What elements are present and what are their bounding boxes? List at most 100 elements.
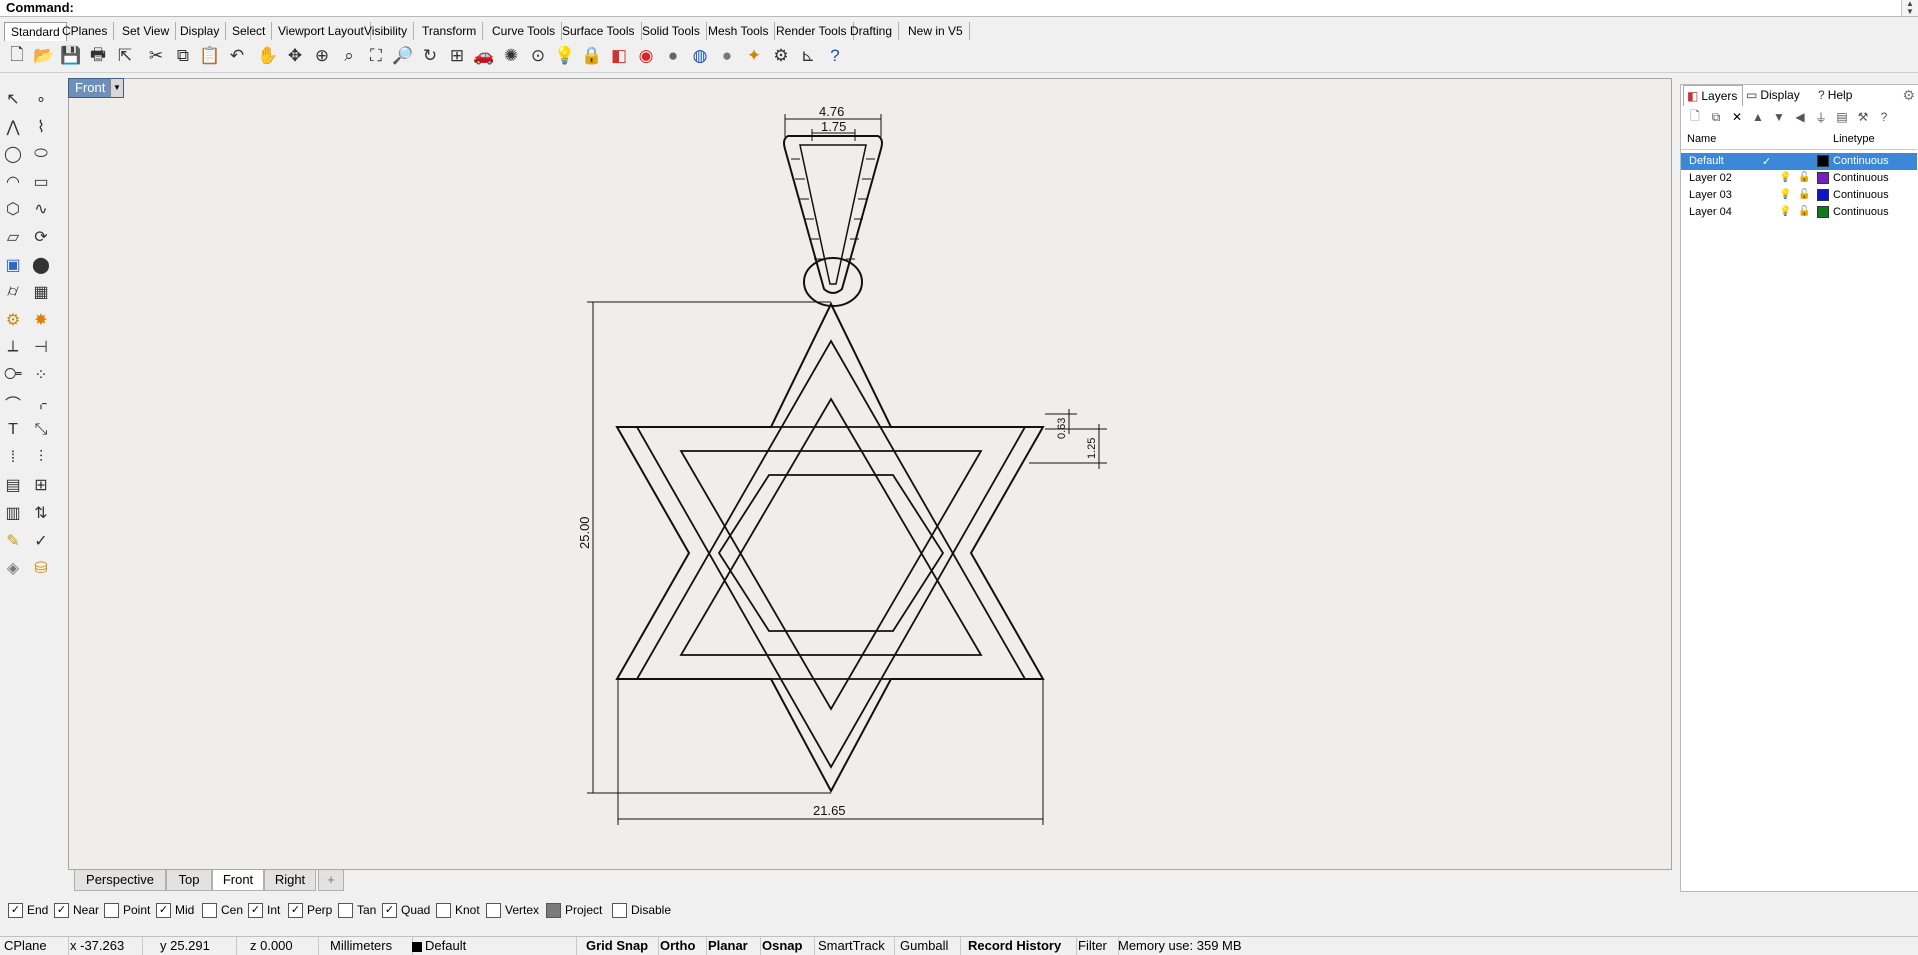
layer-row[interactable]: Default ✓ Continuous [1681, 153, 1917, 170]
tab-select[interactable]: Select [226, 22, 273, 40]
point-tool-icon[interactable]: ∘ [30, 88, 52, 110]
tab-viewport-layout[interactable]: Viewport Layout [272, 22, 371, 40]
mesh-plane-icon[interactable]: ▦ [30, 281, 52, 303]
chevron-down-icon[interactable]: ▼ [110, 79, 123, 97]
edit-points-icon[interactable]: ⁘ [30, 364, 52, 386]
new-sublayer-icon[interactable]: ⧉ [1708, 109, 1724, 125]
tab-drafting[interactable]: Drafting [844, 22, 900, 40]
ortho-toggle[interactable]: Ortho [656, 937, 707, 955]
zoom-in-icon[interactable]: ⊕ [311, 45, 333, 67]
tab-cplanes[interactable]: CPlanes [56, 22, 115, 40]
help-icon[interactable]: ? [824, 45, 846, 67]
chamfer-icon[interactable]: ⌌ [30, 392, 52, 414]
check-icon[interactable]: ✓ [30, 530, 52, 552]
car-render-icon[interactable]: 🚗 [473, 45, 495, 67]
arc-icon[interactable]: ◠ [2, 171, 24, 193]
planar-toggle[interactable]: Planar [704, 937, 761, 955]
tab-display[interactable]: Display [174, 22, 227, 40]
osnap-vertex[interactable]: Vertex [486, 901, 539, 919]
fillet-icon[interactable]: ⌒ [2, 392, 24, 414]
new-file-icon[interactable]: 🗋 [6, 45, 28, 67]
shade-icon[interactable]: ● [662, 45, 684, 67]
front-viewport[interactable]: 4.76 1.75 25.00 21.65 0.63 1.25 [68, 78, 1672, 870]
explode-icon[interactable]: ✸ [30, 309, 52, 331]
bucket-icon[interactable]: ⛁ [30, 557, 52, 579]
print-icon[interactable]: 🖶 [87, 45, 109, 67]
layer-settings-icon[interactable]: ⚒ [1855, 109, 1871, 125]
layer-color-swatch[interactable] [1817, 155, 1829, 167]
tab-curve-tools[interactable]: Curve Tools [486, 22, 563, 40]
surface-icon[interactable]: ▱ [2, 226, 24, 248]
osnap-cen[interactable]: Cen [202, 901, 243, 919]
command-history-scroll[interactable]: ▲ ▼ [1901, 0, 1918, 16]
osnap-checkbox[interactable]: ✓ [288, 902, 303, 918]
gumball-toggle[interactable]: Gumball [896, 937, 961, 955]
scroll-down-icon[interactable]: ▼ [1902, 8, 1918, 16]
delete-layer-icon[interactable]: ✕ [1729, 109, 1745, 125]
text-tool-icon[interactable]: T [2, 419, 24, 441]
bulb-icon[interactable]: 💡 [554, 45, 576, 67]
osnap-checkbox[interactable]: ✓ [382, 902, 397, 918]
osnap-checkbox[interactable] [436, 902, 451, 918]
layer-linetype[interactable]: Continuous [1833, 206, 1889, 218]
trim-icon[interactable]: ⟂ [2, 336, 24, 358]
move-up-icon[interactable]: ▲ [1750, 109, 1766, 125]
paint-icon[interactable]: ✎ [2, 530, 24, 552]
column-header-name[interactable]: Name [1687, 133, 1716, 145]
rectangle-icon[interactable]: ▭ [30, 171, 52, 193]
osnap-knot[interactable]: Knot [436, 901, 480, 919]
snap-wand-icon[interactable]: ✦ [743, 45, 765, 67]
osnap-near[interactable]: ✓ Near [54, 901, 99, 919]
matrix-icon[interactable]: ▥ [2, 502, 24, 524]
viewport-title-button[interactable]: Front ▼ [68, 78, 124, 98]
point-icon[interactable]: ⊙ [527, 45, 549, 67]
grid-snap-toggle[interactable]: Grid Snap [582, 937, 659, 955]
tab-mesh-tools[interactable]: Mesh Tools [702, 22, 776, 40]
osnap-end[interactable]: ✓ End [8, 901, 48, 919]
layer-tools-icon[interactable]: ▤ [1834, 109, 1850, 125]
viewport-tab-perspective[interactable]: Perspective [74, 870, 166, 891]
tab-transform[interactable]: Transform [416, 22, 484, 40]
layer-color-swatch[interactable] [1817, 206, 1829, 218]
move-down-icon[interactable]: ▼ [1771, 109, 1787, 125]
array-icon[interactable]: ⁞ [2, 447, 24, 469]
osnap-checkbox[interactable] [202, 902, 217, 918]
layer-linetype[interactable]: Continuous [1833, 189, 1889, 201]
polygon-icon[interactable]: ⬡ [2, 198, 24, 220]
cut-icon[interactable]: ✂ [145, 45, 167, 67]
import-icon[interactable]: ⇱ [114, 45, 136, 67]
panel-tab-help[interactable]: ? Help [1815, 85, 1871, 105]
filter-toggle[interactable]: Filter [1074, 937, 1119, 955]
layer-linetype[interactable]: Continuous [1833, 172, 1889, 184]
revolve-icon[interactable]: ⟳ [30, 226, 52, 248]
collapse-icon[interactable]: ◀ [1792, 109, 1808, 125]
current-layer-indicator[interactable]: Default [408, 937, 577, 955]
unlock-icon[interactable]: 🔓 [1798, 206, 1810, 217]
layer-help-icon[interactable]: ? [1876, 109, 1892, 125]
tab-set-view[interactable]: Set View [116, 22, 177, 40]
viewport-tab-right[interactable]: Right [264, 870, 316, 891]
osnap-toggle[interactable]: Osnap [758, 937, 815, 955]
rotate-view-icon[interactable]: ✥ [284, 45, 306, 67]
paste-icon[interactable]: 📋 [199, 45, 221, 67]
osnap-quad[interactable]: ✓ Quad [382, 901, 430, 919]
ellipse-icon[interactable]: ⬭ [30, 143, 52, 165]
bulb-icon[interactable]: 💡 [1779, 172, 1791, 183]
smarttrack-toggle[interactable]: SmartTrack [814, 937, 895, 955]
layer-color-swatch[interactable] [1817, 172, 1829, 184]
four-viewports-icon[interactable]: ⊞ [446, 45, 468, 67]
tab-visibility[interactable]: Visibility [358, 22, 415, 40]
cplane-indicator[interactable]: CPlane [0, 937, 69, 955]
filter-icon[interactable]: ⏚ [1813, 109, 1829, 125]
open-folder-icon[interactable]: 📂 [33, 45, 55, 67]
zoom-dynamic-icon[interactable]: ↻ [419, 45, 441, 67]
layer-icon[interactable]: ◧ [608, 45, 630, 67]
viewport-tab-top[interactable]: Top [166, 870, 212, 891]
cube-icon[interactable]: ◈ [2, 557, 24, 579]
tab-render-tools[interactable]: Render Tools [770, 22, 854, 40]
units-display[interactable]: Millimeters [326, 937, 413, 955]
panel-options-gear-icon[interactable]: ⚙ [1902, 87, 1915, 104]
layer-color-swatch[interactable] [1817, 189, 1829, 201]
osnap-project[interactable]: Project [546, 901, 602, 919]
circle-icon[interactable]: ◯ [2, 143, 24, 165]
